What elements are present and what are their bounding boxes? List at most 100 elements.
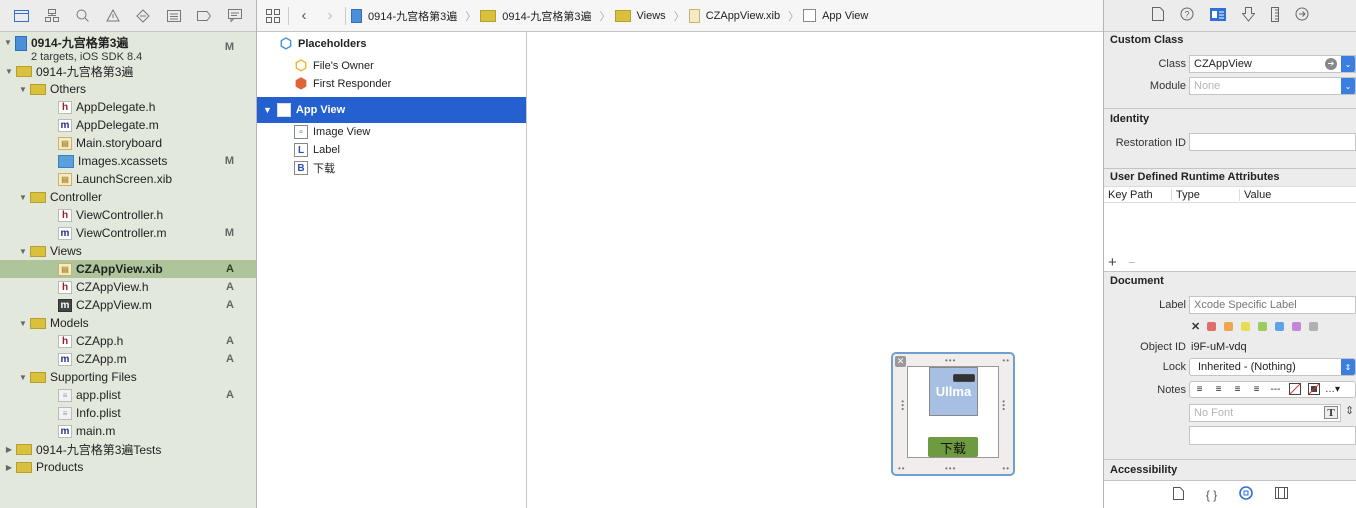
close-scene-icon[interactable]: ✕ [895,356,906,367]
resize-handle-top-right[interactable]: •• [1002,356,1010,365]
label-color-swatch[interactable] [1292,322,1302,331]
breadcrumb-item[interactable]: 0914-九宫格第3遍 [351,8,457,24]
warning-icon[interactable] [105,8,121,24]
tree-item[interactable]: m ViewController.m M [0,224,256,242]
tree-item[interactable]: ≡ app.plist A [0,386,256,404]
disclosure-expanded-icon[interactable]: ▼ [18,373,28,382]
tree-item[interactable]: m CZAppView.m A [0,296,256,314]
breadcrumb-item[interactable]: App View [803,9,868,22]
object-library-icon[interactable] [1239,486,1253,503]
code-snippet-icon[interactable]: { } [1206,488,1217,502]
breadcrumb-item[interactable]: 0914-九宫格第3遍 [480,8,592,24]
module-dropdown-icon[interactable]: ⌄ [1341,78,1355,94]
runtime-attributes-table[interactable]: Key Path Type Value + − [1104,186,1356,272]
label-color-swatch[interactable] [1224,322,1234,331]
align-justify-icon[interactable]: ≡ [1247,383,1266,397]
connections-inspector-icon[interactable] [1295,7,1309,24]
related-items-icon[interactable] [263,6,283,26]
quick-help-icon[interactable]: ? [1180,7,1194,24]
message-icon[interactable] [227,8,243,24]
disclosure-expanded-icon[interactable]: ▼ [18,319,28,328]
tree-item[interactable]: ▤ Main.storyboard [0,134,256,152]
identity-inspector-icon[interactable] [1209,7,1226,24]
breakpoint-icon[interactable] [196,8,212,24]
attributes-inspector-icon[interactable] [1240,6,1256,25]
tree-item[interactable]: ▶ 0914-九宫格第3遍Tests [0,440,256,458]
disclosure-expanded-icon[interactable]: ▼ [18,247,28,256]
tree-item[interactable]: m AppDelegate.m [0,116,256,134]
doc-label-input[interactable] [1189,296,1356,314]
background-color-icon[interactable] [1304,382,1323,397]
lock-stepper-icon[interactable]: ⇕ [1341,359,1355,375]
media-library-icon[interactable] [1275,487,1289,502]
tree-item[interactable]: h AppDelegate.h [0,98,256,116]
module-field[interactable]: None ⌄ [1189,77,1356,95]
disclosure-collapsed-icon[interactable]: ▶ [4,463,14,472]
resize-handle-right[interactable]: ••• [999,400,1008,411]
tree-item[interactable]: ▶ Products [0,458,256,476]
column-key-path[interactable]: Key Path [1104,188,1172,201]
more-options-icon[interactable]: …▾ [1323,383,1342,397]
disclosure-collapsed-icon[interactable]: ▶ [4,445,14,454]
align-natural-icon[interactable]: --- [1266,383,1285,397]
forward-chevron-icon[interactable]: › [320,6,340,26]
download-button[interactable]: 下载 [928,437,978,457]
disclosure-expanded-icon[interactable]: ▼ [4,67,14,76]
breadcrumb-item[interactable]: CZAppView.xib [688,8,780,23]
class-field[interactable]: CZAppView ➔ ⌄ [1189,55,1356,73]
project-root[interactable]: ▼ 0914-九宫格第3遍 2 targets, iOS SDK 8.4 M [0,33,256,63]
align-center-icon[interactable]: ≡ [1209,383,1228,397]
label-color-swatch[interactable] [1309,322,1319,331]
remove-attribute-button[interactable]: − [1128,255,1136,270]
resize-handle-left[interactable]: ••• [898,400,907,411]
tree-item[interactable]: ≡ Info.plist [0,404,256,422]
font-field[interactable]: No Font T [1189,404,1341,422]
column-value[interactable]: Value [1240,189,1271,201]
back-chevron-icon[interactable]: ‹ [294,6,314,26]
tree-item[interactable]: ▼ Views [0,242,256,260]
outline-item[interactable]: ▫ Image View [257,123,526,141]
add-attribute-button[interactable]: + [1108,254,1117,271]
file-template-icon[interactable] [1172,486,1184,503]
tree-item[interactable]: h CZAppView.h A [0,278,256,296]
app-view[interactable]: Ullma 下载 [907,366,999,458]
label-color-swatch[interactable] [1207,322,1217,331]
outline-item-app-view[interactable]: ▼ App View [257,97,526,123]
disclosure-expanded-icon[interactable]: ▼ [18,85,28,94]
tree-item[interactable]: h CZApp.h A [0,332,256,350]
label-color-swatch[interactable] [1258,322,1268,331]
outline-item[interactable]: B 下载 [257,159,526,177]
hierarchy-icon[interactable] [44,8,60,24]
app-view-scene[interactable]: ✕ ••• •• ••• ••• ••• •• •• Ullma 下载 [891,352,1015,476]
disclosure-expanded-icon[interactable]: ▼ [18,193,28,202]
size-inspector-icon[interactable] [1270,6,1279,25]
label-color-swatch[interactable] [1241,322,1251,331]
tree-item[interactable]: ▼ Models [0,314,256,332]
class-dropdown-icon[interactable]: ⌄ [1341,56,1355,72]
tree-item[interactable]: ▼ Supporting Files [0,368,256,386]
outline-item-first-responder[interactable]: ⬢ First Responder [257,73,526,94]
lock-select[interactable]: Inherited - (Nothing) ⇕ [1189,358,1356,376]
disclosure-expanded-icon[interactable]: ▼ [3,38,13,47]
label-color-swatch[interactable] [1275,322,1285,331]
tree-item[interactable]: ▼ Others [0,80,256,98]
tree-item[interactable]: m main.m [0,422,256,440]
font-picker-icon[interactable]: T [1324,406,1338,419]
resize-handle-top[interactable]: ••• [945,356,956,365]
folder-icon[interactable] [13,8,29,24]
tree-item[interactable]: Images.xcassets M [0,152,256,170]
align-right-icon[interactable]: ≡ [1228,383,1247,397]
column-type[interactable]: Type [1172,188,1240,201]
resize-handle-bottom[interactable]: ••• [945,464,956,473]
resize-handle-bottom-left[interactable]: •• [898,464,906,473]
list-icon[interactable] [166,8,182,24]
file-inspector-icon[interactable] [1151,7,1164,24]
clear-color-icon[interactable]: ✕ [1191,320,1200,333]
outline-item[interactable]: L Label [257,141,526,159]
restoration-id-input[interactable] [1189,133,1356,151]
disclosure-expanded-icon[interactable]: ▼ [263,105,272,115]
tree-item[interactable]: ▼ 0914-九宫格第3遍 [0,62,256,80]
test-diamond-icon[interactable] [135,8,151,24]
breadcrumb-item[interactable]: Views [614,9,666,22]
font-size-stepper-icon[interactable]: ⇕ [1345,404,1354,417]
